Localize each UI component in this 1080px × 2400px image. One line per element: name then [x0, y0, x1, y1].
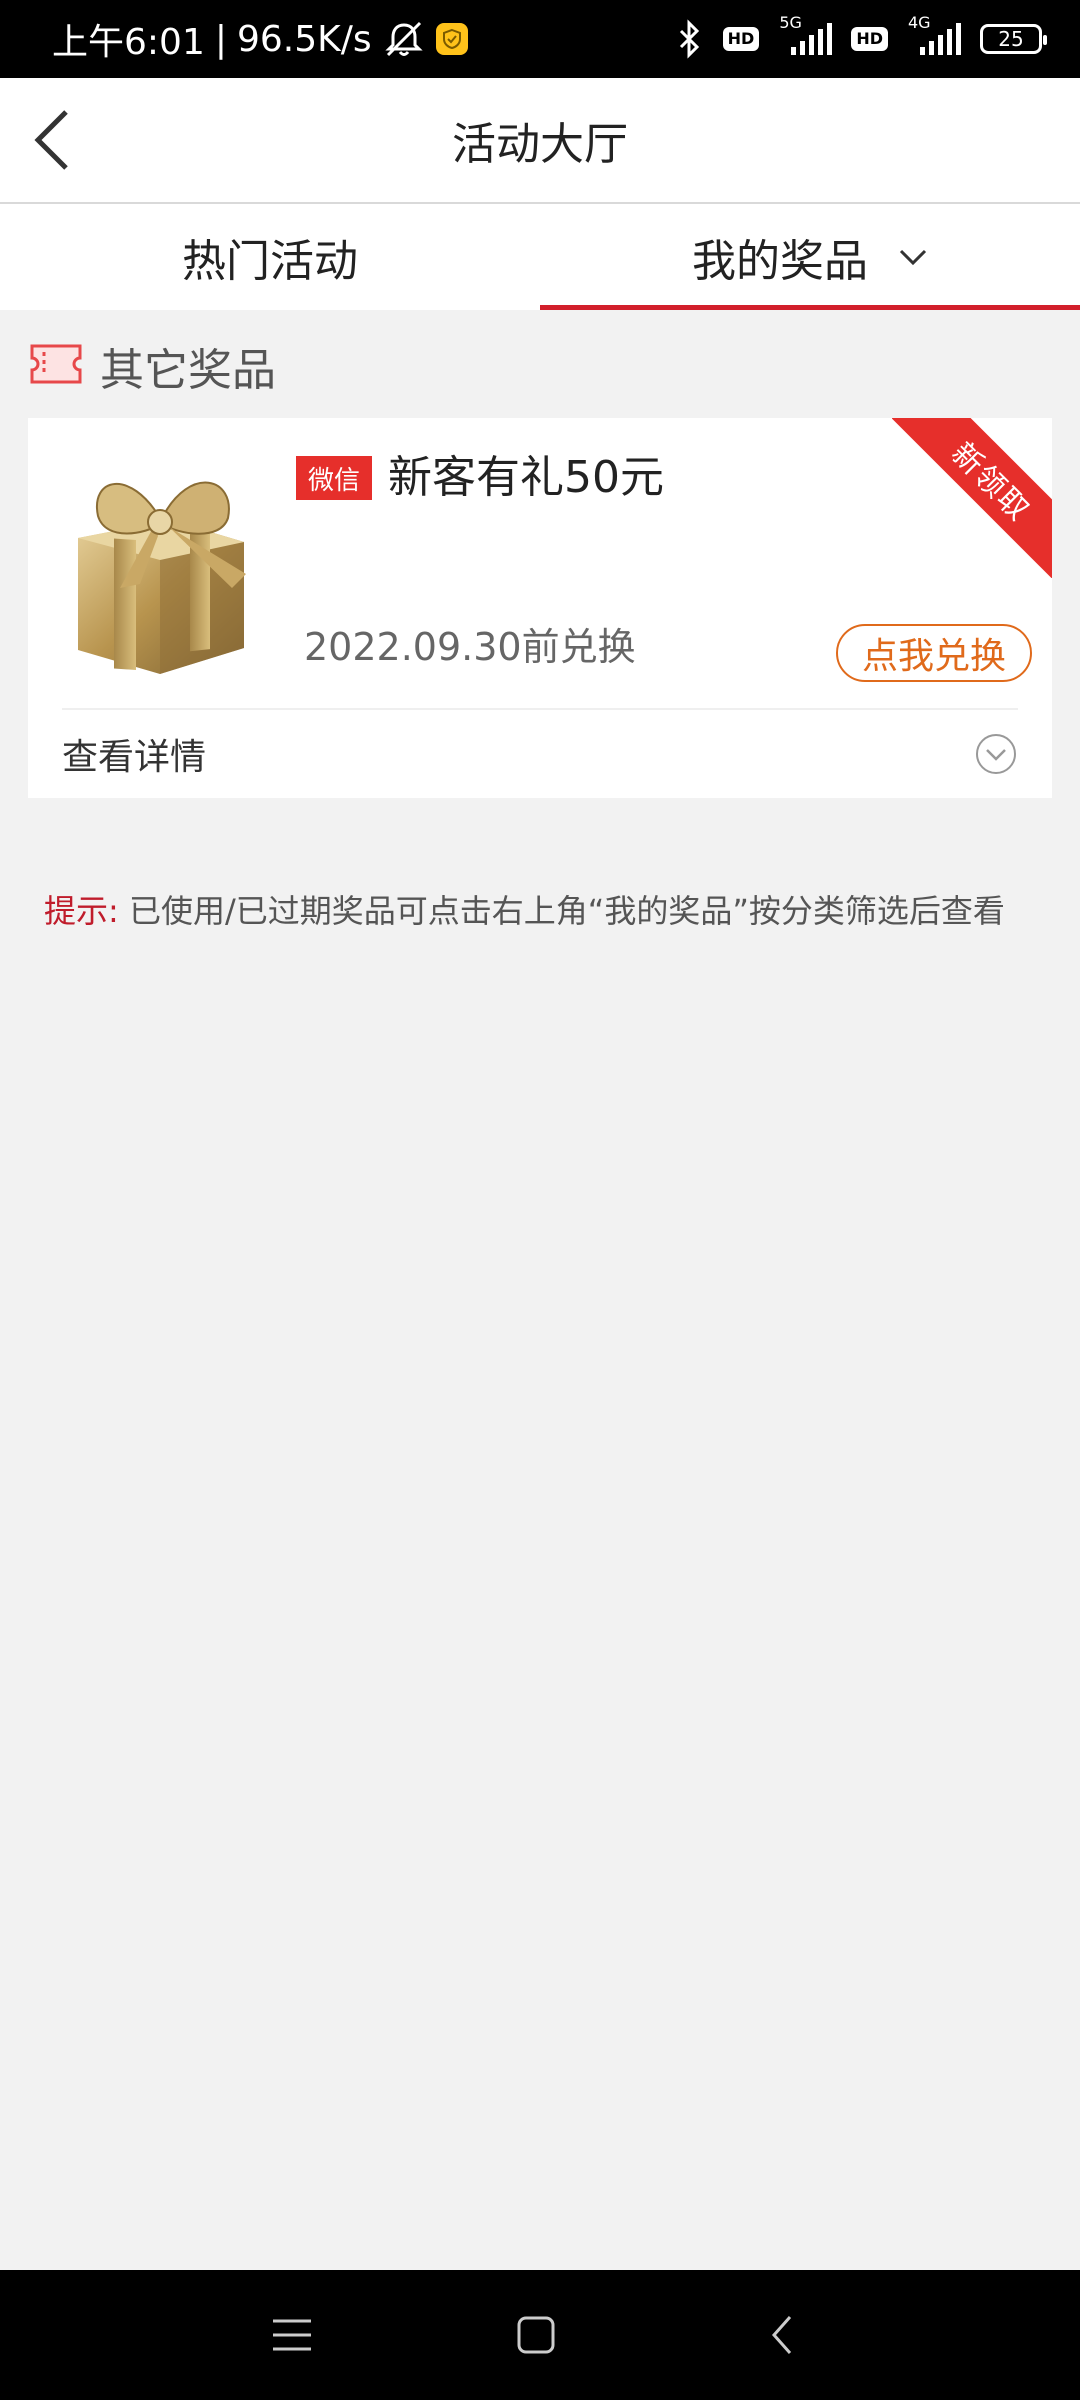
tab-label: 我的奖品 [692, 236, 868, 287]
section-heading: 其它奖品 [28, 334, 276, 398]
section-title: 其它奖品 [100, 345, 276, 396]
bluetooth-icon [675, 19, 705, 59]
redeem-button[interactable]: 点我兑换 [836, 624, 1032, 682]
tab-bar: 热门活动 我的奖品 [0, 204, 1080, 310]
prize-name: 新客有礼50元 [388, 452, 664, 503]
menu-button[interactable] [262, 2305, 322, 2365]
network-5g-label: 5G [779, 13, 802, 32]
tab-label: 热门活动 [182, 236, 358, 287]
back-chevron-icon [771, 2316, 792, 2354]
expire-date: 2022.09.30前兑换 [304, 625, 636, 669]
hint-text: 提示: 已使用/已过期奖品可点击右上角“我的奖品”按分类筛选后查看 [44, 886, 1054, 932]
tab-hot-activities[interactable]: 热门活动 [0, 204, 540, 310]
network-4g-label: 4G [908, 13, 931, 32]
status-bar: 上午6:01 | 96.5K/s HD 5G HD 4G 25 [0, 0, 1080, 78]
mute-bell-icon [382, 19, 426, 59]
tab-my-prizes[interactable]: 我的奖品 [540, 204, 1080, 310]
battery-icon: 25 [980, 24, 1047, 54]
hint-body: 已使用/已过期奖品可点击右上角“我的奖品”按分类筛选后查看 [128, 892, 1005, 930]
details-label: 查看详情 [62, 737, 207, 778]
gift-box-image [50, 438, 270, 678]
system-nav-bar [0, 2270, 1080, 2400]
back-button[interactable] [20, 108, 84, 172]
chevron-down-icon[interactable] [898, 247, 928, 267]
status-net-speed: 96.5K/s [236, 18, 372, 60]
hd-badge-2: HD [851, 27, 888, 51]
status-right: HD 5G HD 4G 25 [675, 0, 1047, 78]
security-shield-icon [435, 23, 468, 55]
title-bar: 活动大厅 [0, 78, 1080, 204]
ticket-icon [28, 342, 84, 390]
home-button[interactable] [506, 2305, 566, 2365]
status-time: 上午6:01 [52, 22, 205, 63]
chevron-down-circle-icon[interactable] [974, 732, 1018, 776]
home-square-icon [517, 2316, 555, 2354]
ribbon-label: 新领取 [892, 418, 1052, 578]
source-badge: 微信 [296, 456, 373, 500]
signal-4g-icon: 4G [906, 13, 962, 57]
back-nav-button[interactable] [752, 2305, 812, 2365]
prize-card: 新领取 微信 新客有礼50元 2022.09.30前兑换 点我兑换 查看详情 [28, 418, 1052, 798]
new-claim-ribbon: 新领取 [892, 418, 1052, 578]
view-details-row[interactable]: 查看详情 [28, 710, 1052, 798]
hint-label: 提示: [44, 892, 119, 930]
signal-5g-icon: 5G [777, 13, 833, 57]
status-left: 上午6:01 | 96.5K/s [52, 0, 468, 78]
status-separator: | [214, 18, 227, 60]
chevron-left-icon [34, 110, 68, 170]
page-title: 活动大厅 [452, 119, 628, 170]
hd-badge-1: HD [722, 27, 760, 51]
battery-level: 25 [998, 27, 1024, 51]
menu-icon [273, 2319, 311, 2351]
